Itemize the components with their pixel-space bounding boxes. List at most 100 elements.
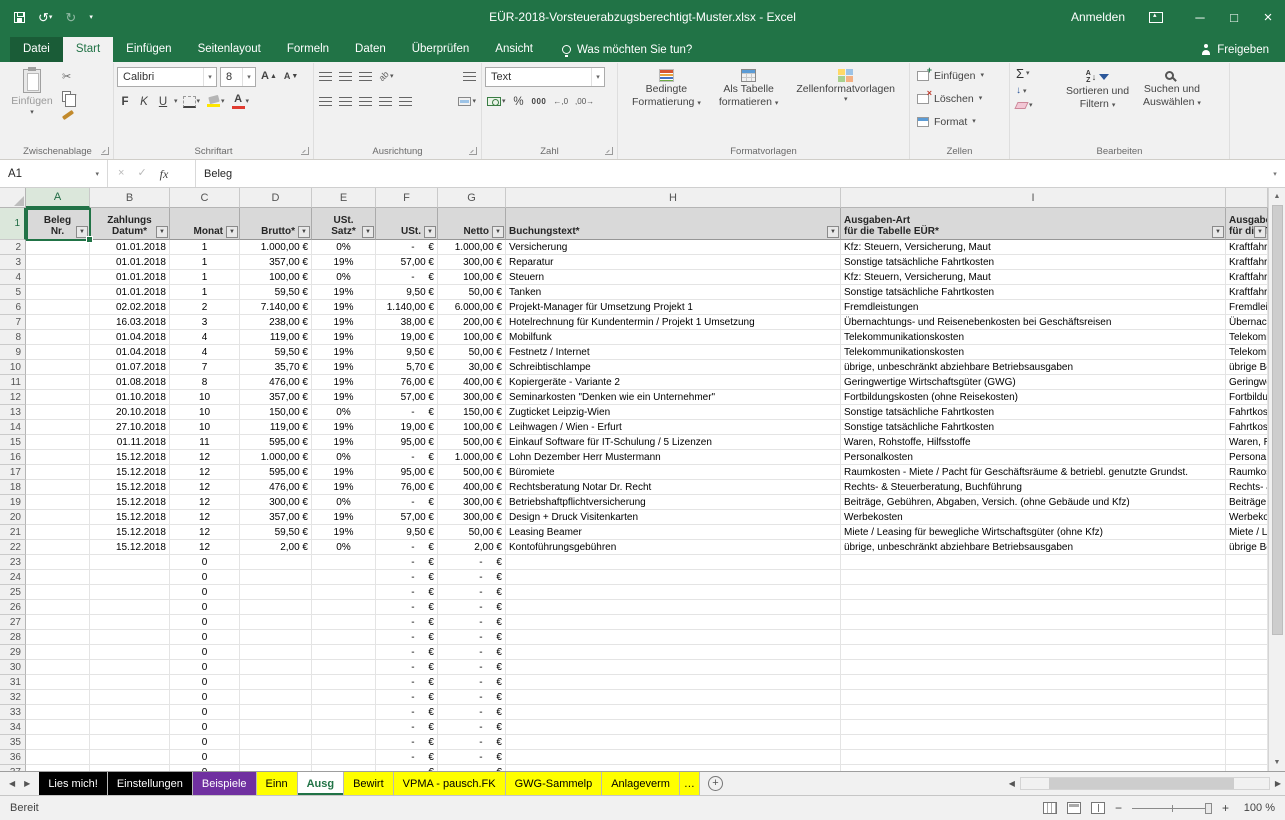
cell-E17[interactable]: 19% xyxy=(312,465,376,480)
cell-I36[interactable] xyxy=(841,750,1226,765)
cell-I29[interactable] xyxy=(841,645,1226,660)
cell-I2[interactable]: Kfz: Steuern, Versicherung, Maut xyxy=(841,240,1226,255)
cell-D18[interactable]: 476,00 € xyxy=(240,480,312,495)
grow-font-button[interactable]: A▲ xyxy=(259,67,279,86)
font-size-combo[interactable]: 8▾ xyxy=(220,67,256,87)
header-cell-F1[interactable]: USt.▼ xyxy=(376,208,438,240)
cell-E3[interactable]: 19% xyxy=(312,255,376,270)
page-break-view-button[interactable] xyxy=(1091,802,1105,814)
cell-G33[interactable]: - € xyxy=(438,705,506,720)
sheet-tab-einn[interactable]: Einn xyxy=(257,772,298,795)
cell-E20[interactable]: 19% xyxy=(312,510,376,525)
align-middle-button[interactable] xyxy=(337,67,354,86)
cell-H13[interactable]: Zugticket Leipzig-Wien xyxy=(506,405,841,420)
cell-G18[interactable]: 400,00 € xyxy=(438,480,506,495)
header-cell-H1[interactable]: Buchungstext*▼ xyxy=(506,208,841,240)
cell-G37[interactable]: - € xyxy=(438,765,506,771)
cell-B23[interactable] xyxy=(90,555,170,570)
cell-G6[interactable]: 6.000,00 € xyxy=(438,300,506,315)
row-header-22[interactable]: 22 xyxy=(0,540,26,555)
cell-E6[interactable]: 19% xyxy=(312,300,376,315)
cell-H16[interactable]: Lohn Dezember Herr Mustermann xyxy=(506,450,841,465)
row-header-25[interactable]: 25 xyxy=(0,585,26,600)
cell-D22[interactable]: 2,00 € xyxy=(240,540,312,555)
header-cell-D1[interactable]: Brutto*▼ xyxy=(240,208,312,240)
cell-J16[interactable]: Persona xyxy=(1226,450,1268,465)
cell-I13[interactable]: Sonstige tatsächliche Fahrtkosten xyxy=(841,405,1226,420)
clipboard-dialog-launcher[interactable] xyxy=(101,147,109,155)
cell-C7[interactable]: 3 xyxy=(170,315,240,330)
cell-H22[interactable]: Kontoführungsgebühren xyxy=(506,540,841,555)
cell-H9[interactable]: Festnetz / Internet xyxy=(506,345,841,360)
cell-F25[interactable]: - € xyxy=(376,585,438,600)
cell-A5[interactable] xyxy=(26,285,90,300)
cell-D26[interactable] xyxy=(240,600,312,615)
cell-G26[interactable]: - € xyxy=(438,600,506,615)
cell-A27[interactable] xyxy=(26,615,90,630)
cell-H21[interactable]: Leasing Beamer xyxy=(506,525,841,540)
filter-button-F[interactable]: ▼ xyxy=(424,226,436,238)
cell-C35[interactable]: 0 xyxy=(170,735,240,750)
row-header-33[interactable]: 33 xyxy=(0,705,26,720)
cell-C4[interactable]: 1 xyxy=(170,270,240,285)
cell-D15[interactable]: 595,00 € xyxy=(240,435,312,450)
cell-I5[interactable]: Sonstige tatsächliche Fahrtkosten xyxy=(841,285,1226,300)
filter-button-E[interactable]: ▼ xyxy=(362,226,374,238)
cell-J29[interactable] xyxy=(1226,645,1268,660)
column-header-f[interactable]: F xyxy=(376,188,438,208)
row-header-26[interactable]: 26 xyxy=(0,600,26,615)
cell-C3[interactable]: 1 xyxy=(170,255,240,270)
cell-G23[interactable]: - € xyxy=(438,555,506,570)
cell-C19[interactable]: 12 xyxy=(170,495,240,510)
cell-I14[interactable]: Sonstige tatsächliche Fahrtkosten xyxy=(841,420,1226,435)
cell-F20[interactable]: 57,00 € xyxy=(376,510,438,525)
cell-I19[interactable]: Beiträge, Gebühren, Abgaben, Versich. (o… xyxy=(841,495,1226,510)
cell-I30[interactable] xyxy=(841,660,1226,675)
cell-I6[interactable]: Fremdleistungen xyxy=(841,300,1226,315)
cell-F21[interactable]: 9,50 € xyxy=(376,525,438,540)
cell-D27[interactable] xyxy=(240,615,312,630)
cell-D34[interactable] xyxy=(240,720,312,735)
cell-G7[interactable]: 200,00 € xyxy=(438,315,506,330)
column-header-c[interactable]: C xyxy=(170,188,240,208)
cell-D5[interactable]: 59,50 € xyxy=(240,285,312,300)
cell-C12[interactable]: 10 xyxy=(170,390,240,405)
row-header-11[interactable]: 11 xyxy=(0,375,26,390)
cell-J7[interactable]: Übernach xyxy=(1226,315,1268,330)
cell-H32[interactable] xyxy=(506,690,841,705)
cell-A4[interactable] xyxy=(26,270,90,285)
cell-I28[interactable] xyxy=(841,630,1226,645)
cell-F32[interactable]: - € xyxy=(376,690,438,705)
cell-A15[interactable] xyxy=(26,435,90,450)
cell-E14[interactable]: 19% xyxy=(312,420,376,435)
autosum-button[interactable]: Σ▾ xyxy=(1013,65,1059,82)
row-header-36[interactable]: 36 xyxy=(0,750,26,765)
merge-center-button[interactable]: ▾ xyxy=(456,92,478,111)
sign-in-link[interactable]: Anmelden xyxy=(1071,10,1125,24)
cell-D9[interactable]: 59,50 € xyxy=(240,345,312,360)
cell-I33[interactable] xyxy=(841,705,1226,720)
cell-C30[interactable]: 0 xyxy=(170,660,240,675)
cell-J19[interactable]: Beiträge, xyxy=(1226,495,1268,510)
cell-H24[interactable] xyxy=(506,570,841,585)
row-header-23[interactable]: 23 xyxy=(0,555,26,570)
filter-button-J[interactable]: ▼ xyxy=(1254,226,1266,238)
cell-F4[interactable]: - € xyxy=(376,270,438,285)
cell-F34[interactable]: - € xyxy=(376,720,438,735)
cell-I23[interactable] xyxy=(841,555,1226,570)
cell-I31[interactable] xyxy=(841,675,1226,690)
zoom-slider-handle[interactable] xyxy=(1205,803,1212,814)
row-header-16[interactable]: 16 xyxy=(0,450,26,465)
horizontal-scroll-thumb[interactable] xyxy=(1049,778,1234,789)
cell-C16[interactable]: 12 xyxy=(170,450,240,465)
cell-B26[interactable] xyxy=(90,600,170,615)
cell-E12[interactable]: 19% xyxy=(312,390,376,405)
cell-A33[interactable] xyxy=(26,705,90,720)
cell-B19[interactable]: 15.12.2018 xyxy=(90,495,170,510)
cell-C32[interactable]: 0 xyxy=(170,690,240,705)
cell-G16[interactable]: 1.000,00 € xyxy=(438,450,506,465)
horizontal-scrollbar[interactable]: ◀ ▶ xyxy=(1009,772,1285,795)
header-cell-A1[interactable]: BelegNr.▼ xyxy=(26,208,90,240)
cell-J10[interactable]: übrige Be xyxy=(1226,360,1268,375)
cell-styles-button[interactable]: Zellenformatvorlagen ▾ xyxy=(789,65,902,103)
